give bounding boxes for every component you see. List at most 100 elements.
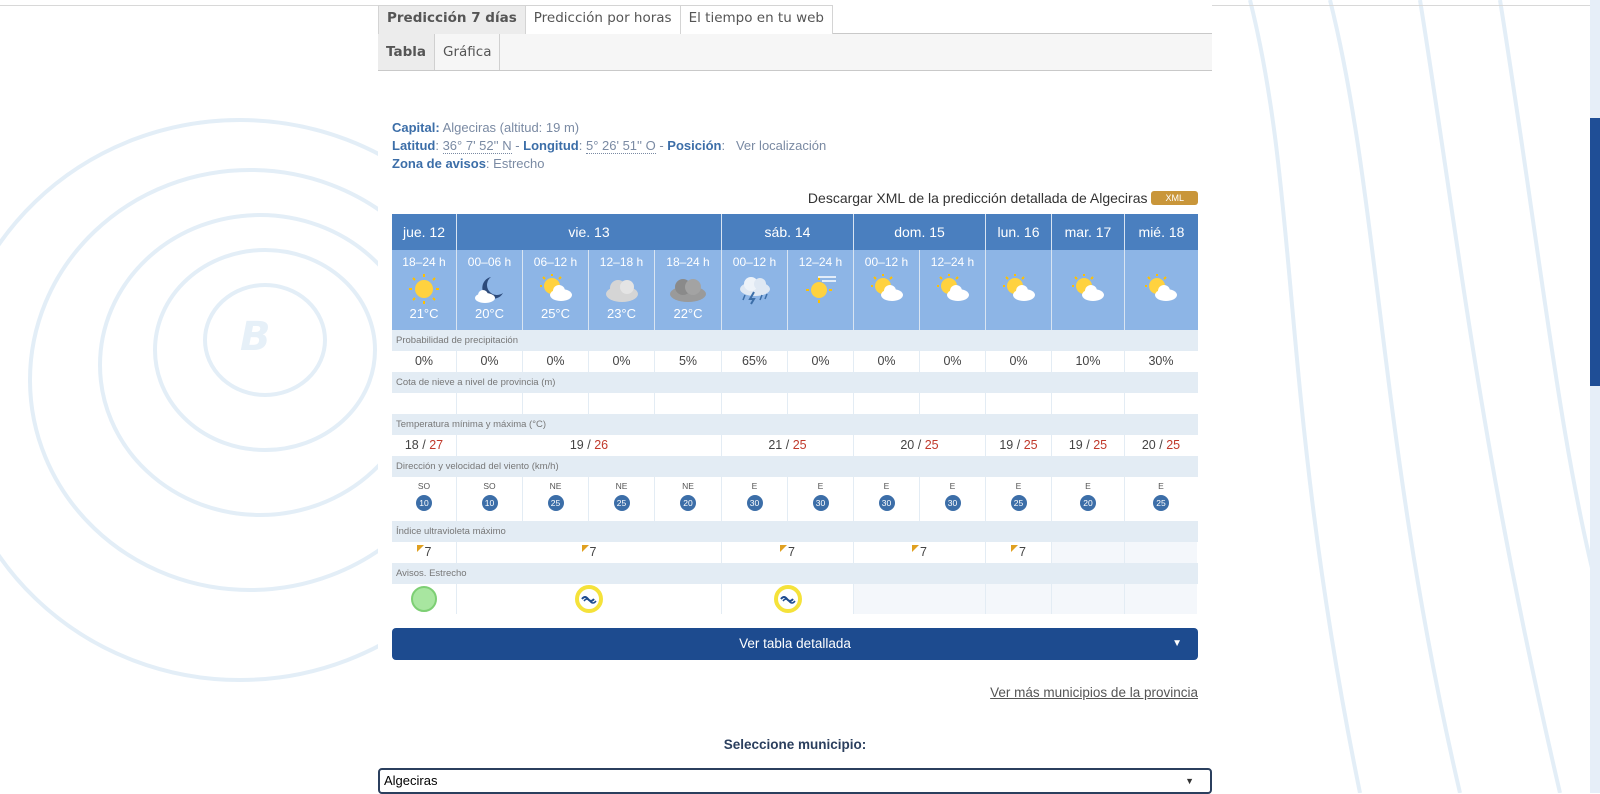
sun-icon	[409, 274, 439, 304]
snow-level-row	[392, 393, 1198, 414]
day-header: lun. 16	[986, 214, 1052, 250]
period-label: 00–12 h	[864, 255, 909, 269]
wind-cell: E 30	[920, 477, 986, 521]
period-label: 12–24 h	[798, 255, 843, 269]
wind-direction: NE	[549, 481, 562, 491]
precip-value: 10%	[1052, 351, 1125, 372]
view-location-link[interactable]: Ver localización	[736, 138, 826, 153]
wind-cell: E 30	[722, 477, 788, 521]
tab-table[interactable]: Tabla	[378, 34, 435, 70]
wind-speed-badge: 25	[547, 495, 564, 511]
alert-zone-value: Estrecho	[493, 156, 545, 171]
precip-value: 0%	[788, 351, 854, 372]
wind-direction: E	[883, 481, 890, 491]
temp-minmax: 20 / 25	[1141, 438, 1181, 452]
alert-cell	[986, 584, 1052, 614]
period-cell	[1125, 250, 1197, 330]
wind-cell: E 25	[986, 477, 1052, 521]
tab-7-days[interactable]: Predicción 7 días	[378, 5, 526, 34]
uv-cell: 7	[986, 542, 1052, 563]
wind-speed-badge: 10	[416, 495, 432, 511]
period-temp: 25°C	[540, 306, 571, 321]
period-label: 00–12 h	[732, 255, 777, 269]
wind-direction: NE	[615, 481, 628, 491]
period-cell: 00–06 h 20°C	[457, 250, 523, 330]
uv-row: 7 7 7 7 7	[392, 542, 1198, 563]
precip-value: 0%	[392, 351, 457, 372]
wind-cell: NE 25	[523, 477, 589, 521]
uv-flag-icon	[416, 545, 424, 552]
municipality-select[interactable]: Algeciras ▼	[378, 768, 1212, 794]
period-cell: 12–24 h	[788, 250, 854, 330]
period-temp: 23°C	[606, 306, 637, 321]
period-cell	[986, 250, 1052, 330]
main-content: Predicción 7 días Predicción por horas E…	[378, 0, 1212, 794]
wind-speed-badge: 30	[812, 495, 829, 511]
wind-speed-badge: 25	[1010, 495, 1027, 511]
precip-value: 0%	[589, 351, 655, 372]
storm-icon	[739, 277, 770, 305]
detailed-table-button[interactable]: Ver tabla detallada ▼	[392, 628, 1198, 660]
day-header-row: jue. 12 vie. 13 sáb. 14 dom. 15 lun. 16 …	[392, 214, 1198, 250]
scrollbar-thumb[interactable]	[1590, 118, 1600, 386]
period-temp: 21°C	[409, 306, 439, 321]
uv-cell	[1125, 542, 1197, 563]
uv-flag-icon	[912, 545, 920, 552]
tab-web-widget[interactable]: El tiempo en tu web	[679, 5, 833, 34]
wind-direction: E	[1158, 481, 1164, 491]
moon-cloud-icon	[474, 277, 503, 303]
section-alerts: Avisos. Estrecho	[392, 563, 1198, 584]
download-xml-text[interactable]: Descargar XML de la predicción detallada…	[808, 190, 1148, 206]
period-cell: 12–18 h 23°C	[589, 250, 655, 330]
forecast-table: jue. 12 vie. 13 sáb. 14 dom. 15 lun. 16 …	[392, 214, 1198, 614]
wind-speed-badge: 25	[613, 495, 630, 511]
alert-zone-label: Zona de avisos	[392, 156, 486, 171]
alert-cell	[1125, 584, 1197, 614]
wind-direction: E	[751, 481, 758, 491]
day-header: mié. 18	[1138, 224, 1185, 240]
period-label: 18–24 h	[666, 255, 710, 269]
uv-cell: 7	[457, 542, 722, 563]
period-cell: 12–24 h	[920, 250, 986, 330]
wind-speed-badge: 25	[1153, 495, 1169, 511]
dark-cloud-icon	[670, 279, 706, 302]
download-xml[interactable]: Descargar XML de la predicción detallada…	[808, 190, 1198, 206]
temp-minmax: 21 / 25	[722, 435, 854, 456]
temp-minmax: 18 / 27	[392, 435, 457, 456]
sun-cloud-icon	[870, 274, 903, 301]
period-temp: 20°C	[474, 306, 505, 321]
detailed-table-label[interactable]: Ver tabla detallada	[739, 636, 851, 651]
caret-down-icon[interactable]: ▼	[1172, 628, 1182, 660]
period-row: 18–24 h 21°C 00–06 h 20°C 06–12 h 25°C 1…	[392, 250, 1198, 330]
municipality-select-value[interactable]: Algeciras	[384, 773, 437, 788]
temp-minmax: 19 / 25	[986, 435, 1052, 456]
precip-value: 5%	[655, 351, 722, 372]
wind-direction: E	[1015, 481, 1022, 491]
tab-hourly[interactable]: Predicción por horas	[524, 5, 681, 34]
alert-yellow-wave-icon[interactable]	[575, 585, 603, 613]
section-wind: Dirección y velocidad del viento (km/h)	[392, 456, 1198, 477]
wind-cell: E 20	[1052, 477, 1125, 521]
chevron-down-icon[interactable]: ▼	[1185, 770, 1194, 792]
xml-badge[interactable]: XML	[1151, 191, 1198, 205]
uv-flag-icon	[581, 545, 589, 552]
section-uv: Índice ultravioleta máximo	[392, 521, 1198, 542]
wind-speed-badge: 30	[878, 495, 895, 511]
forecast-tabs: Predicción 7 días Predicción por horas E…	[378, 5, 1212, 34]
temperature-row: 18 / 27 19 / 26 21 / 25 20 / 25 19 / 25 …	[392, 435, 1198, 456]
wind-direction: E	[817, 481, 824, 491]
alert-yellow-wave-icon[interactable]	[773, 585, 802, 613]
period-cell: 00–12 h	[722, 250, 788, 330]
period-label: 12–18 h	[599, 255, 644, 269]
wind-cell: E 30	[854, 477, 920, 521]
sun-haze-icon	[805, 276, 836, 303]
scrollbar[interactable]	[1590, 0, 1600, 793]
period-cell: 00–12 h	[854, 250, 920, 330]
more-municipalities-link[interactable]: Ver más municipios de la provincia	[990, 685, 1198, 700]
wind-row: SO 10 SO 10 NE 25 NE 25 NE 20 E 30 E 30 E 30 E 30…	[392, 477, 1198, 521]
period-cell	[1052, 250, 1125, 330]
alert-green-icon[interactable]	[411, 586, 437, 612]
tab-chart[interactable]: Gráfica	[435, 34, 501, 70]
day-header: dom. 15	[854, 214, 986, 250]
period-label	[1125, 255, 1197, 269]
